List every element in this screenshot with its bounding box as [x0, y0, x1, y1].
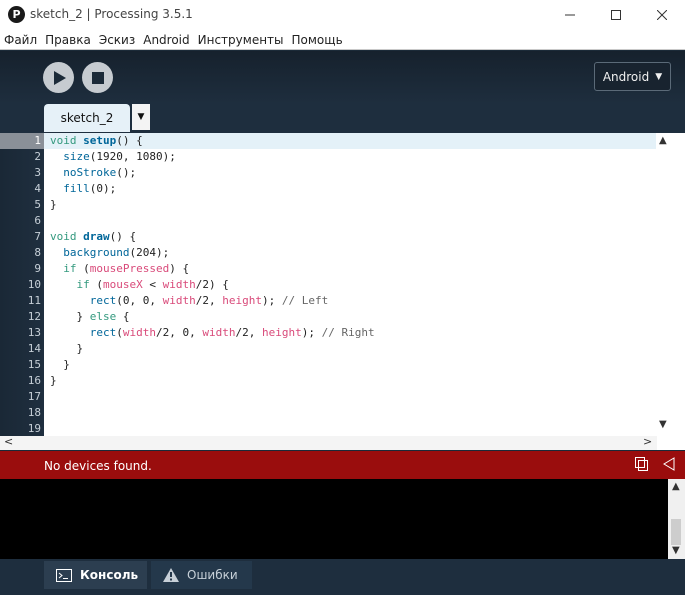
menu-file[interactable]: Файл — [4, 33, 37, 47]
code-line: if (mouseX < width/2) { — [76, 278, 229, 291]
scroll-down-icon[interactable]: ▼ — [672, 545, 680, 556]
tab-errors[interactable]: Ошибки — [151, 561, 252, 589]
mode-label: Android — [602, 69, 650, 84]
collapse-console-icon[interactable] — [663, 457, 675, 474]
code-line: background(204); — [63, 246, 170, 259]
menu-tools[interactable]: Инструменты — [198, 33, 284, 47]
line-number: 6 — [34, 214, 41, 227]
line-number: 19 — [27, 422, 41, 435]
code-line: } else { — [50, 310, 130, 323]
console-icon — [56, 568, 72, 582]
minimize-icon — [565, 14, 575, 16]
mode-selector[interactable]: Android ▼ — [594, 62, 671, 91]
close-button[interactable] — [639, 0, 685, 30]
tab-sketch[interactable]: sketch_2 — [44, 104, 130, 132]
code-line: if (mousePressed) { — [63, 262, 190, 275]
maximize-button[interactable] — [593, 0, 639, 30]
scroll-left-icon[interactable]: < — [4, 435, 13, 448]
scroll-right-icon[interactable]: > — [643, 435, 652, 448]
processing-logo-icon: P — [8, 6, 25, 23]
menu-help[interactable]: Помощь — [292, 33, 343, 47]
menu-edit[interactable]: Правка — [45, 33, 91, 47]
code-line: void setup() { — [50, 134, 143, 147]
line-number: 14 — [27, 342, 41, 355]
code-line: } — [50, 342, 84, 355]
close-icon — [657, 10, 667, 20]
line-number: 3 — [34, 166, 41, 179]
line-number: 13 — [27, 326, 41, 339]
tab-console[interactable]: Консоль — [44, 561, 147, 589]
code-line: void draw() { — [50, 230, 137, 243]
code-editor[interactable]: 1 2 3 4 5 6 7 8 9 10 11 12 13 14 15 16 17 18 19 void setup… — [0, 133, 685, 436]
scrollbar-thumb[interactable] — [671, 519, 681, 545]
console-output[interactable] — [0, 479, 668, 559]
scroll-up-icon[interactable]: ▲ — [659, 135, 667, 146]
scroll-down-icon[interactable]: ▼ — [659, 419, 667, 430]
title-bar: P sketch_2 | Processing 3.5.1 — [0, 0, 685, 30]
menu-sketch[interactable]: Эскиз — [99, 33, 135, 47]
stop-button[interactable] — [82, 62, 113, 93]
copy-icon[interactable] — [635, 457, 648, 474]
run-button[interactable] — [43, 62, 74, 93]
maximize-icon — [611, 10, 621, 20]
warning-icon — [163, 568, 179, 582]
line-number: 2 — [34, 150, 41, 163]
tab-menu-button[interactable]: ▼ — [132, 104, 150, 130]
line-number: 11 — [27, 294, 41, 307]
play-icon — [53, 70, 66, 85]
code-line: rect(width/2, 0, width/2, height); // Ri… — [89, 326, 375, 339]
errors-tab-label: Ошибки — [187, 568, 238, 582]
editor-horizontal-scrollbar[interactable]: < > — [0, 435, 657, 450]
line-number: 4 — [34, 182, 41, 195]
menu-android[interactable]: Android — [143, 33, 189, 47]
code-line: fill(0); — [63, 182, 117, 195]
console-tab-label: Консоль — [80, 568, 139, 582]
toolbar: Android ▼ — [0, 51, 685, 104]
minimize-button[interactable] — [547, 0, 593, 30]
scroll-corner — [657, 436, 685, 450]
line-number: 18 — [27, 406, 41, 419]
line-number: 8 — [34, 246, 41, 259]
line-number: 1 — [34, 134, 41, 147]
code-line: noStroke(); — [63, 166, 137, 179]
chevron-down-icon: ▼ — [137, 112, 145, 122]
line-number: 16 — [27, 374, 41, 387]
chevron-down-icon: ▼ — [655, 71, 663, 82]
scroll-up-icon[interactable]: ▲ — [672, 481, 680, 492]
footer-panel-tabs: Консоль Ошибки — [0, 559, 685, 595]
status-message: No devices found. — [44, 459, 152, 473]
code-line: } — [50, 358, 70, 371]
menu-bar: Файл Правка Эскиз Android Инструменты По… — [0, 30, 685, 50]
code-line: } — [50, 374, 57, 387]
line-number: 7 — [34, 230, 41, 243]
line-number: 9 — [34, 262, 41, 275]
line-number: 5 — [34, 198, 41, 211]
console-scrollbar[interactable]: ▲ ▼ — [668, 479, 685, 559]
status-bar: No devices found. — [0, 451, 685, 479]
line-number: 12 — [27, 310, 41, 323]
code-line: rect(0, 0, width/2, height); // Left — [89, 294, 329, 307]
code-line: size(1920, 1080); — [63, 150, 176, 163]
stop-icon — [91, 71, 104, 84]
editor-vertical-scrollbar[interactable]: ▲ ▼ — [656, 133, 672, 436]
line-number: 17 — [27, 390, 41, 403]
code-line: } — [50, 198, 57, 211]
line-number: 10 — [27, 278, 41, 291]
tab-row: sketch_2 ▼ — [0, 104, 685, 134]
window-title: sketch_2 | Processing 3.5.1 — [30, 7, 193, 21]
line-number: 15 — [27, 358, 41, 371]
